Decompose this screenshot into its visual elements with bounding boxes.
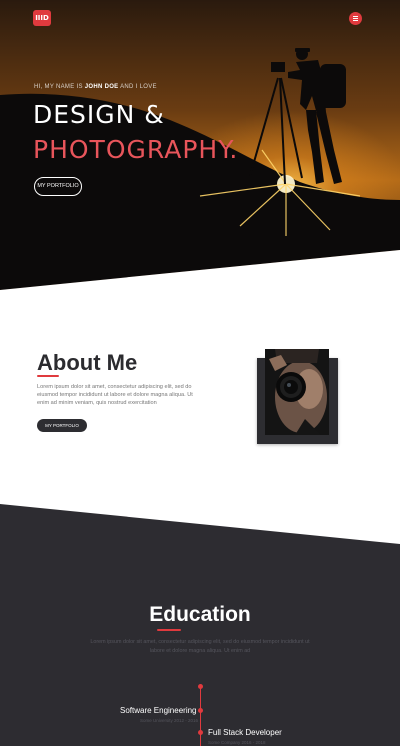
timeline-item-subtitle: Some Company 2016 - 2018 [208, 740, 266, 745]
photographer-portrait [265, 349, 329, 435]
timeline-item-title: Software Engineering [120, 706, 197, 715]
timeline-dot [198, 684, 203, 689]
about-title: About Me [37, 350, 138, 375]
timeline-item-subtitle: Some University 2012 - 2016 [140, 718, 199, 723]
education-title: Education [149, 603, 251, 626]
about-portfolio-button[interactable]: MY PORTFOLIO [37, 419, 87, 432]
education-text: Lorem ipsum dolor sit amet, consectetur … [90, 639, 310, 654]
timeline-dot [198, 730, 203, 735]
timeline-dot [198, 708, 203, 713]
hero-intro-suffix: AND I LOVE [120, 84, 157, 90]
hamburger-icon[interactable] [349, 12, 362, 25]
hero-title-line1: DESIGN & [33, 100, 165, 129]
about-text: Lorem ipsum dolor sit amet, consectetur … [37, 384, 193, 406]
about-title-underline [37, 375, 59, 377]
hero-intro: HI, MY NAME IS JOHN DOE AND I LOVE [34, 84, 157, 90]
hero-portfolio-button[interactable]: MY PORTFOLIO [34, 177, 82, 196]
hero-intro-prefix: HI, MY NAME IS [34, 84, 83, 90]
timeline-line [200, 688, 201, 746]
education-section: Education Lorem ipsum dolor sit amet, co… [0, 500, 400, 746]
brand-logo[interactable]: IIID [33, 10, 51, 26]
education-title-underline [157, 629, 181, 631]
hero-name: JOHN DOE [84, 84, 119, 90]
hero-title-line2: PHOTOGRAPHY. [33, 135, 239, 164]
timeline-item-title: Full Stack Developer [208, 728, 282, 737]
